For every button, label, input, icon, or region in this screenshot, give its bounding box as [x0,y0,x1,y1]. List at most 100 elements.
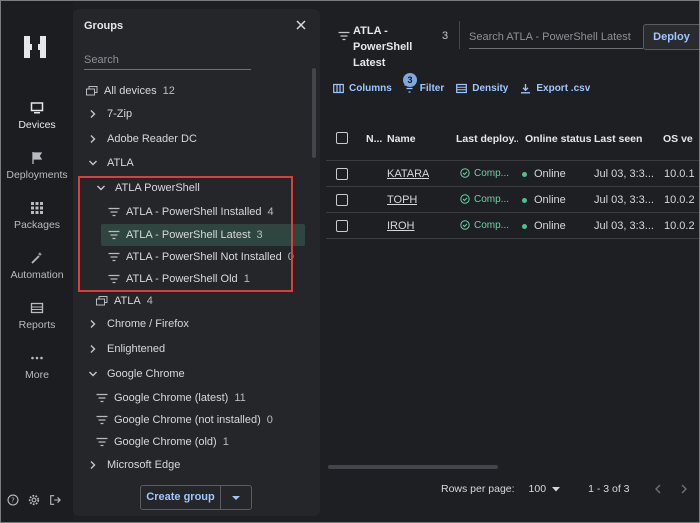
table-row[interactable]: KATARA Comp... Online Jul 03, 3:3... 10.… [326,161,699,187]
create-group-button[interactable]: Create group [141,486,221,509]
export-label: Export .csv [536,82,591,94]
settings-icon[interactable] [28,494,40,506]
prev-page-icon[interactable] [654,484,662,494]
col-header-last-deploy[interactable]: Last deploy... [456,133,518,145]
deploy-status: Comp... [460,220,509,231]
deploy-status: Comp... [460,168,509,179]
rail-item-more[interactable]: More [1,351,73,381]
col-header-n[interactable]: N... [366,133,382,145]
rail-label-more: More [25,369,49,381]
chevron-down-icon[interactable] [88,158,98,168]
select-all-checkbox[interactable] [336,132,348,147]
export-button[interactable]: Export .csv [520,83,590,94]
tree-item-chrome-firefox[interactable]: Chrome / Firefox [88,313,189,335]
col-header-last-seen[interactable]: Last seen [594,133,642,145]
tree-item-atla-devices[interactable]: ATLA 4 [96,290,153,312]
tree-item-google-chrome[interactable]: Google Chrome [88,363,185,385]
tree-count: 12 [162,85,175,97]
online-dot [522,197,527,203]
help-icon[interactable]: ? [7,494,19,506]
col-header-name[interactable]: Name [387,133,416,145]
row-checkbox[interactable] [336,194,348,209]
groups-title: Groups [84,20,124,32]
rail-label-packages: Packages [13,219,61,231]
tree-item-chrome-old[interactable]: Google Chrome (old) 1 [96,431,229,453]
flag-icon [32,152,43,164]
device-link[interactable]: TOPH [387,194,417,206]
nav-rail: Devices Deployments Packages Automation … [1,1,73,522]
device-link[interactable]: IROH [387,220,415,232]
col-header-online-status[interactable]: Online status [525,133,592,145]
tree-item-enlightened[interactable]: Enlightened [88,338,165,360]
online-dot [522,223,527,229]
os-version: 10.0.1 [664,168,695,180]
rail-label-deployments: Deployments [6,169,68,181]
tree-item-all-devices[interactable]: All devices 12 [86,80,175,102]
rail-item-reports[interactable]: Reports [1,301,73,331]
columns-icon [333,83,344,93]
logout-icon[interactable] [49,494,61,506]
tree-label: Adobe Reader DC [107,133,197,145]
close-icon[interactable] [294,18,308,32]
density-button[interactable]: Density [456,83,508,94]
density-icon [456,83,468,93]
next-page-icon[interactable] [680,484,688,494]
app-logo [24,36,46,58]
tree-count: 0 [266,414,273,426]
monitor-icon [30,102,44,114]
last-seen: Jul 03, 3:3... [594,168,654,180]
groups-search-input[interactable] [84,50,251,70]
devices-search-input[interactable] [469,25,643,49]
chevron-right-icon[interactable] [88,344,98,354]
device-link[interactable]: KATARA [387,168,429,180]
rail-item-packages[interactable]: Packages [1,201,73,231]
rail-item-devices[interactable]: Devices [1,101,73,131]
tree-item-chrome-latest[interactable]: Google Chrome (latest) 11 [96,387,246,409]
tree-item-7zip[interactable]: 7-Zip [88,103,132,125]
tree-label: Enlightened [107,343,166,355]
groups-scrollbar[interactable] [312,68,316,158]
chevron-right-icon[interactable] [88,460,98,470]
tree-item-microsoft-edge[interactable]: Microsoft Edge [88,454,180,476]
header-divider [459,21,460,49]
online-status: Online [522,220,566,232]
annotation-highlight-box [78,176,293,292]
table-header-row: N... Name Last deploy... Online status L… [326,115,699,161]
online-status: Online [522,168,566,180]
chevron-right-icon[interactable] [88,134,98,144]
online-text: Online [534,220,566,232]
tree-label: 7-Zip [107,108,133,120]
rail-item-deployments[interactable]: Deployments [1,151,73,181]
rail-footer: ? [7,494,61,506]
tree-item-chrome-not-installed[interactable]: Google Chrome (not installed) 0 [96,409,273,431]
last-seen: Jul 03, 3:3... [594,194,654,206]
chevron-right-icon[interactable] [88,109,98,119]
create-group-dropdown[interactable] [221,495,251,501]
rail-label-devices: Devices [18,119,56,131]
online-dot [522,171,527,177]
tree-item-atla[interactable]: ATLA [88,152,134,174]
columns-label: Columns [349,82,392,94]
filter-icon [96,415,108,425]
tree-label: Microsoft Edge [107,459,181,471]
columns-button[interactable]: Columns [333,83,392,94]
filter-count-badge: 3 [403,73,417,87]
rail-item-automation[interactable]: Automation [1,251,73,281]
row-checkbox[interactable] [336,168,348,183]
table-row[interactable]: TOPH Comp... Online Jul 03, 3:3... 10.0.… [326,187,699,213]
chevron-right-icon[interactable] [88,319,98,329]
online-status: Online [522,194,566,206]
deploy-status-text: Comp... [474,194,510,205]
table-scrollbar[interactable] [328,465,498,469]
more-icon [31,356,43,360]
col-header-os[interactable]: OS ve [663,133,693,145]
deploy-button[interactable]: Deploy [643,24,699,50]
table-row[interactable]: IROH Comp... Online Jul 03, 3:3... 10.0.… [326,213,699,239]
row-checkbox[interactable] [336,220,348,235]
grid-icon [31,202,43,214]
table-toolbar: Columns Filter Density Export .csv 3 [333,73,602,95]
rows-per-page-select[interactable]: 100 [529,483,561,495]
chevron-down-icon[interactable] [88,369,98,379]
tree-count: 11 [234,392,246,404]
tree-item-adobe[interactable]: Adobe Reader DC [88,128,197,150]
